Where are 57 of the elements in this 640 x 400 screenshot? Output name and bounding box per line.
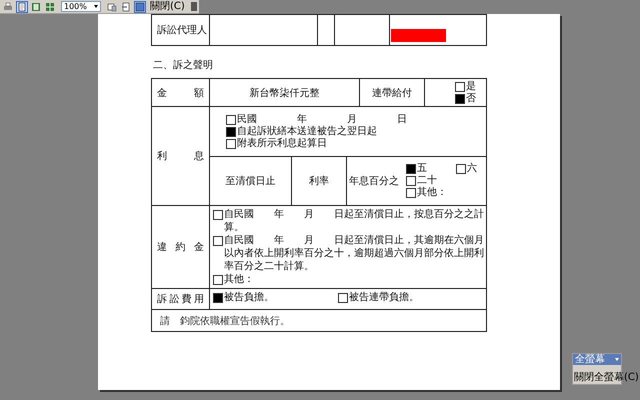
toolbar-button[interactable]: [106, 0, 118, 12]
option-label: 其他：: [417, 187, 447, 199]
option-label: 自民國 年 月 日起至清償日止，按息百分之之計算。: [224, 208, 484, 234]
caret-icon: [94, 5, 98, 8]
table-cell: 金額: [152, 78, 210, 106]
grid-pages-icon: [45, 2, 55, 12]
option-label: 附表所示利息起算日: [237, 138, 327, 150]
checkbox[interactable]: [213, 275, 223, 285]
table-cell: 利息: [152, 106, 210, 206]
toolbar-button[interactable]: [134, 0, 146, 12]
checkbox[interactable]: [455, 94, 466, 104]
checkbox[interactable]: [338, 293, 348, 303]
checkbox[interactable]: [455, 82, 466, 92]
table-cell: 請 鈞院依職權宣告假執行。: [152, 310, 486, 332]
option-label: 五: [417, 163, 427, 175]
option-label: 自民國 年 月 日起至清償日止，其逾期在六個月以內者依上開利率百分之十，逾期超過六個月部分依上開利率百分之二十計算。: [224, 234, 484, 273]
option-label: 否: [466, 92, 476, 104]
screen-icon: [135, 2, 145, 12]
checkbox[interactable]: [213, 293, 223, 303]
page-setup-icon: [107, 2, 117, 12]
checkbox[interactable]: [406, 164, 416, 174]
checkbox[interactable]: [456, 164, 466, 174]
option-label: 六: [467, 163, 477, 175]
option-label: 二十: [417, 175, 437, 186]
printer-icon: [3, 2, 13, 12]
toolbar-title[interactable]: 全螢幕: [573, 354, 621, 365]
toolbar-button[interactable]: [16, 0, 28, 12]
option-label: 是: [466, 80, 476, 92]
toolbar-grip[interactable]: [190, 2, 197, 11]
table-cell: 訴訟代理人: [152, 14, 210, 46]
table-cell: 至清償日止: [210, 156, 292, 206]
checkbox[interactable]: [226, 138, 236, 148]
checkbox[interactable]: [406, 188, 416, 198]
close-fullscreen-button[interactable]: 關閉全螢幕(C): [573, 372, 640, 384]
caret-icon: [615, 358, 619, 361]
section-heading: 二、訴之聲明: [153, 58, 214, 72]
table-cell: 利率: [292, 156, 346, 206]
close-button[interactable]: 關閉(C): [148, 0, 187, 13]
checkbox[interactable]: [226, 126, 236, 136]
page-icon: [17, 2, 27, 12]
rate-label: 年息百分之: [349, 174, 400, 188]
table-cell: 連帶給付: [360, 78, 425, 106]
checkbox[interactable]: [213, 210, 223, 220]
option-label: 被告負擔。: [224, 292, 274, 304]
table-cell: 違約金: [152, 206, 210, 288]
checkbox[interactable]: [406, 176, 416, 186]
table-cell: 新台幣柒仟元整: [210, 78, 360, 106]
toolbar-button[interactable]: [2, 0, 14, 12]
option-label: 被告連帶負擔。: [349, 292, 419, 304]
option-label: 其他：: [224, 273, 254, 286]
redaction-bar: [391, 29, 446, 42]
checkbox[interactable]: [213, 236, 223, 246]
checkbox[interactable]: [226, 114, 236, 124]
table-cell: 訴訟費用: [152, 288, 210, 310]
zoom-dropdown[interactable]: 100%: [61, 1, 101, 12]
option-label: 自起訴狀繕本送達被告之翌日起: [237, 126, 377, 138]
option-label: 民國 年 月 日: [237, 114, 407, 126]
